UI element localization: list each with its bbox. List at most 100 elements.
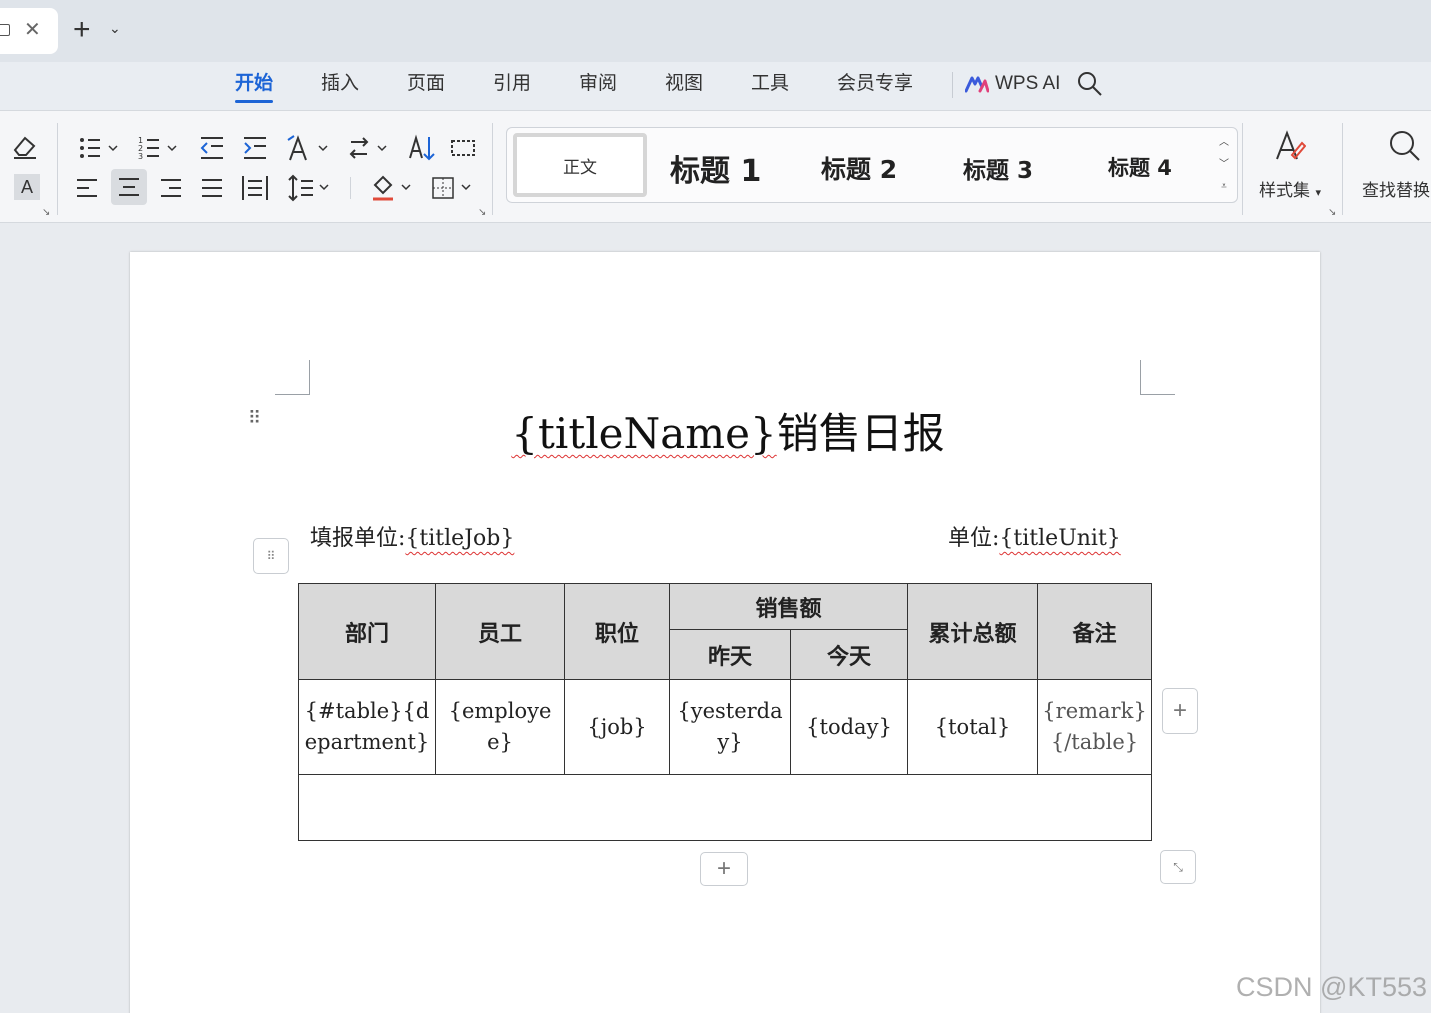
- paragraph-handle-icon[interactable]: ⠿: [253, 538, 289, 574]
- unit-line[interactable]: 单位:{titleUnit}: [948, 520, 1121, 552]
- header-sales[interactable]: 销售额: [669, 583, 908, 630]
- wps-ai-button[interactable]: WPS AI: [965, 70, 1060, 98]
- watermark: CSDN @KT553: [1236, 972, 1427, 1002]
- style-set-label: 样式集 ▾: [1259, 181, 1321, 201]
- toolbar-divider: [492, 123, 493, 215]
- toolbar-divider: [1242, 123, 1243, 215]
- header-dept[interactable]: 部门: [298, 583, 436, 680]
- styles-scroll[interactable]: ︿ ﹀ ⩡: [1217, 132, 1231, 198]
- cell-yesterday[interactable]: {yesterday}: [669, 679, 791, 775]
- tab-home[interactable]: 开始: [235, 70, 274, 103]
- expand-more-icon[interactable]: ⩡: [1217, 176, 1231, 198]
- expand-corner-icon[interactable]: ↘: [42, 207, 50, 218]
- align-right-icon[interactable]: [157, 171, 185, 205]
- toolbar-divider: [1342, 123, 1343, 215]
- ribbon-menu: 开始 插入 页面 引用 审阅 视图 工具 会员专享 WPS AI: [0, 62, 1431, 110]
- tab-member[interactable]: 会员专享: [837, 70, 913, 102]
- chevron-up-icon[interactable]: ︿: [1217, 132, 1231, 154]
- wps-ai-icon: [965, 76, 989, 93]
- sort-icon[interactable]: [408, 131, 436, 165]
- align-left-icon[interactable]: [73, 171, 101, 205]
- menu-divider: [952, 72, 953, 98]
- text-direction-icon[interactable]: [286, 131, 330, 165]
- header-remark[interactable]: 备注: [1037, 583, 1152, 680]
- title-text: 销售日报: [776, 409, 945, 458]
- crop-mark: [275, 360, 310, 395]
- document-tab[interactable]: ✕: [0, 8, 58, 54]
- document-icon: [0, 24, 10, 36]
- style-heading-3[interactable]: 标题 3: [963, 151, 1033, 185]
- cell-remark[interactable]: {remark}{/table}: [1037, 679, 1152, 775]
- tab-review[interactable]: 审阅: [579, 70, 617, 102]
- fill-unit-label: 填报单位:: [310, 526, 406, 551]
- home-toolbar: A ↘ 1 2 3 ↘ 正文 标题 1 标题 2 标题 3 标题 4 ︿ ﹀ ⩡…: [0, 110, 1431, 223]
- window-tab-bar: ✕ + ⌄: [0, 0, 1431, 62]
- distribute-icon[interactable]: [240, 171, 270, 205]
- add-column-button[interactable]: +: [1162, 688, 1198, 734]
- bullet-list-icon[interactable]: [78, 131, 120, 165]
- font-color-icon[interactable]: A: [14, 174, 40, 200]
- text-flow-icon[interactable]: [347, 131, 391, 165]
- fill-unit-line[interactable]: 填报单位:{titleJob}: [310, 520, 514, 552]
- document-title[interactable]: {titleName}销售日报: [130, 400, 1326, 461]
- style-heading-2[interactable]: 标题 2: [821, 150, 897, 186]
- close-icon[interactable]: ✕: [24, 20, 41, 40]
- chevron-down-icon[interactable]: ⌄: [109, 20, 121, 37]
- wps-ai-label: WPS AI: [995, 73, 1061, 94]
- style-heading-1[interactable]: 标题 1: [670, 146, 761, 190]
- document-page[interactable]: ⠿ {titleName}销售日报 ⠿ 填报单位:{titleJob} 单位:{…: [130, 252, 1320, 1013]
- decrease-indent-icon[interactable]: [199, 131, 225, 165]
- expand-corner-icon[interactable]: ↘: [1328, 207, 1336, 218]
- crop-mark: [1140, 360, 1175, 395]
- style-set-button[interactable]: 样式集 ▾: [1250, 129, 1330, 209]
- style-normal[interactable]: 正文: [513, 133, 647, 197]
- shading-icon[interactable]: [369, 171, 415, 205]
- chevron-down-icon: ▾: [1315, 186, 1321, 199]
- header-today[interactable]: 今天: [790, 629, 908, 680]
- tab-view[interactable]: 视图: [665, 70, 703, 102]
- cell-employee[interactable]: {employee}: [435, 679, 565, 775]
- find-replace-button[interactable]: 查找替换: [1356, 129, 1431, 209]
- toolbar-divider: [350, 177, 351, 199]
- tab-insert[interactable]: 插入: [321, 70, 359, 102]
- line-spacing-icon[interactable]: [287, 171, 331, 205]
- search-icon: [1390, 131, 1420, 161]
- fill-unit-variable: {titleJob}: [405, 526, 515, 551]
- header-employee[interactable]: 员工: [435, 583, 565, 680]
- tab-references[interactable]: 引用: [493, 70, 531, 102]
- sales-table[interactable]: 部门 员工 职位 销售额 累计总额 备注 昨天 今天 {#table}{depa…: [298, 583, 1152, 841]
- unit-variable: {titleUnit}: [999, 526, 1121, 551]
- unit-label: 单位:: [948, 526, 1000, 551]
- style-heading-4[interactable]: 标题 4: [1108, 152, 1172, 182]
- cell-dept[interactable]: {#table}{department}: [298, 679, 436, 775]
- tab-tools[interactable]: 工具: [751, 70, 789, 102]
- align-center-button[interactable]: [111, 169, 147, 205]
- styles-gallery: 正文 标题 1 标题 2 标题 3 标题 4 ︿ ﹀ ⩡: [506, 127, 1238, 203]
- add-row-button[interactable]: +: [700, 852, 748, 886]
- align-center-icon: [119, 178, 139, 196]
- cell-empty[interactable]: [298, 774, 1152, 841]
- numbered-list-icon[interactable]: 1 2 3: [137, 131, 179, 165]
- toolbar-divider: [57, 123, 58, 215]
- header-total[interactable]: 累计总额: [907, 583, 1038, 680]
- borders-icon[interactable]: [430, 171, 476, 205]
- justify-icon[interactable]: [198, 171, 226, 205]
- svg-text:3: 3: [138, 152, 143, 161]
- cell-position[interactable]: {job}: [564, 679, 670, 775]
- expand-corner-icon[interactable]: ↘: [478, 207, 486, 218]
- header-yesterday[interactable]: 昨天: [669, 629, 791, 680]
- resize-table-icon[interactable]: ⤡: [1160, 850, 1196, 884]
- increase-indent-icon[interactable]: [242, 131, 268, 165]
- new-tab-button[interactable]: +: [73, 15, 91, 45]
- header-position[interactable]: 职位: [564, 583, 670, 680]
- title-variable: {titleName}: [511, 409, 777, 458]
- style-set-icon: [1276, 130, 1306, 160]
- cell-total[interactable]: {total}: [907, 679, 1038, 775]
- clear-format-icon[interactable]: [10, 129, 40, 163]
- tab-page[interactable]: 页面: [407, 70, 445, 102]
- chevron-down-icon[interactable]: ﹀: [1217, 154, 1231, 176]
- show-marks-icon[interactable]: [450, 131, 476, 165]
- search-icon[interactable]: [1077, 71, 1103, 97]
- cell-today[interactable]: {today}: [790, 679, 908, 775]
- find-replace-label: 查找替换: [1362, 181, 1430, 201]
